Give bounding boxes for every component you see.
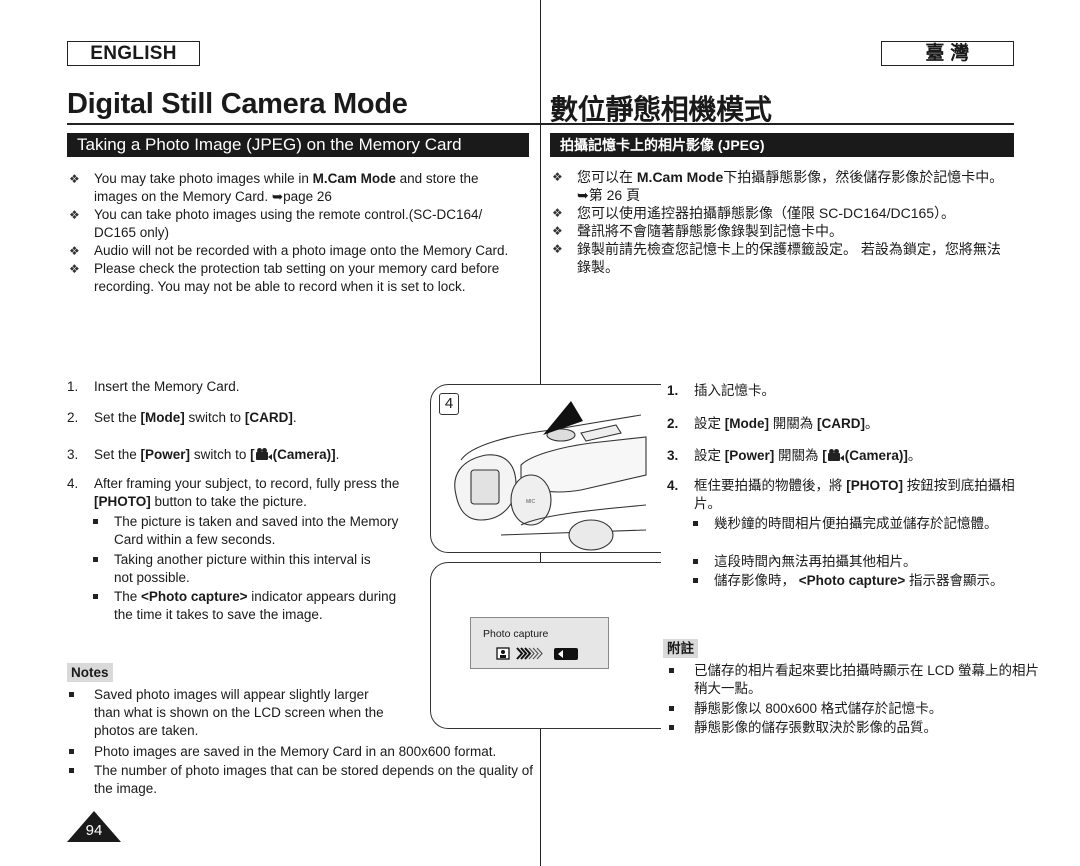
intro-item: ❖ 聲訊將不會隨著靜態影像錄製到記憶卡中。 — [552, 223, 843, 239]
intro-item: ❖ Audio will not be recorded with a photo… — [69, 243, 509, 258]
note-item-zh: 已儲存的相片看起來要比拍攝時顯示在 LCD 螢幕上的相片稍大一點。 — [667, 662, 1039, 698]
square-bullet-icon — [93, 557, 98, 562]
section-header-en: Taking a Photo Image (JPEG) on the Memor… — [67, 133, 529, 157]
intro-list-zh: ❖ 您可以在 M.Cam Mode下拍攝靜態影像，然後儲存影像於記憶卡中。➥第 2… — [550, 168, 1012, 276]
section-header-zh: 拍攝記憶卡上的相片影像 (JPEG) — [550, 133, 1014, 157]
diamond-bullet-icon: ❖ — [552, 242, 563, 256]
step-4-sub-1-en: The picture is taken and saved into the … — [87, 513, 414, 549]
title-rule-left — [67, 123, 540, 125]
intro-item: ❖ Please check the protection tab setting… — [69, 261, 500, 294]
step-4-sub-2-zh: 這段時間內無法再拍攝其他相片。 — [687, 553, 1039, 571]
language-label-taiwan: 臺 灣 — [881, 41, 1014, 66]
memory-card-icon — [554, 648, 578, 660]
square-bullet-icon — [69, 692, 74, 697]
note-item-en: Photo images are saved in the Memory Car… — [67, 743, 574, 761]
square-bullet-icon — [669, 725, 674, 730]
note-item-zh: 靜態影像的儲存張數取決於影像的品質。 — [667, 719, 1039, 737]
intro-item: ❖ 您可以在 M.Cam Mode下拍攝靜態影像，然後儲存影像於記憶卡中。➥第 2… — [552, 169, 1004, 203]
intro-list-en: ❖ You may take photo images while in M.Ca… — [67, 170, 522, 296]
page-number: 94 — [85, 822, 103, 839]
diamond-bullet-icon: ❖ — [552, 206, 563, 220]
step-2-zh: 2. 設定 [Mode] 開關為 [CARD]。 — [667, 416, 879, 431]
note-item-en: Saved photo images will appear slightly … — [67, 686, 394, 740]
square-bullet-icon — [669, 706, 674, 711]
step-3-zh: 3. 設定 [Power] 開關為 [(Camera)]。 — [667, 448, 922, 463]
notes-label-zh: 附註 — [663, 639, 698, 658]
square-bullet-icon — [693, 559, 698, 564]
step-2-en: 2. Set the [Mode] switch to [CARD]. — [67, 410, 297, 425]
lcd-screen: Photo capture — [470, 617, 609, 669]
step-1-en: 1. Insert the Memory Card. — [67, 379, 240, 394]
intro-item: ❖ 您可以使用遙控器拍攝靜態影像（僅限 SC-DC164/DC165）。 — [552, 205, 956, 221]
mic-label: MIC — [526, 499, 536, 505]
language-label-english: ENGLISH — [67, 41, 200, 66]
step-4-sub-1-zh: 幾秒鐘的時間相片便拍攝完成並儲存於記憶體。 — [687, 515, 1039, 533]
progress-chevrons-icon — [516, 647, 543, 660]
note-item-en: The number of photo images that can be s… — [67, 762, 554, 798]
page-title-en: Digital Still Camera Mode — [67, 88, 408, 120]
square-bullet-icon — [693, 578, 698, 583]
diamond-bullet-icon: ❖ — [69, 172, 80, 186]
step-3-en: 3. Set the [Power] switch to [(Camera)]. — [67, 447, 340, 462]
diamond-bullet-icon: ❖ — [552, 170, 563, 184]
square-bullet-icon — [69, 768, 74, 773]
step-4-sub-2-en: Taking another picture within this inter… — [87, 551, 384, 587]
note-item-zh: 靜態影像以 800x600 格式儲存於記憶卡。 — [667, 700, 1039, 718]
square-bullet-icon — [93, 519, 98, 524]
notes-label-en: Notes — [67, 663, 113, 682]
camera-mode-icon — [255, 448, 272, 460]
photo-capture-label: Photo capture — [483, 628, 549, 640]
square-bullet-icon — [669, 668, 674, 673]
diamond-bullet-icon: ❖ — [69, 208, 80, 222]
intro-item: ❖ 錄製前請先檢查您記憶卡上的保護標籤設定。 若設為鎖定，您將無法錄製。 — [552, 241, 1001, 275]
step-4-sub-3-en: The <Photo capture> indicator appears du… — [87, 588, 414, 624]
title-rule-right — [540, 123, 1014, 125]
diamond-bullet-icon: ❖ — [69, 244, 80, 258]
square-bullet-icon — [693, 521, 698, 526]
step-1-zh: 1. 插入記憶卡。 — [667, 383, 775, 398]
page-title-zh: 數位靜態相機模式 — [550, 94, 772, 125]
camcorder-figure: 4 MIC — [430, 384, 661, 553]
square-bullet-icon — [93, 594, 98, 599]
camcorder-illustration: MIC — [454, 401, 647, 551]
step-4-sub-3-zh: 儲存影像時， <Photo capture> 指示器會顯示。 — [687, 572, 1039, 590]
square-bullet-icon — [69, 749, 74, 754]
diamond-bullet-icon: ❖ — [69, 262, 80, 276]
intro-item: ❖ You can take photo images using the rem… — [69, 207, 483, 240]
step-4-zh: 4. 框住要拍攝的物體後，將 [PHOTO] 按鈕按到底拍攝相片。 — [667, 478, 1015, 511]
camera-mode-icon — [827, 449, 844, 461]
intro-item: ❖ You may take photo images while in M.Ca… — [69, 171, 479, 204]
capture-indicator — [496, 647, 578, 660]
diamond-bullet-icon: ❖ — [552, 224, 563, 238]
step-4-en: 4. After framing your subject, to record,… — [67, 476, 400, 509]
